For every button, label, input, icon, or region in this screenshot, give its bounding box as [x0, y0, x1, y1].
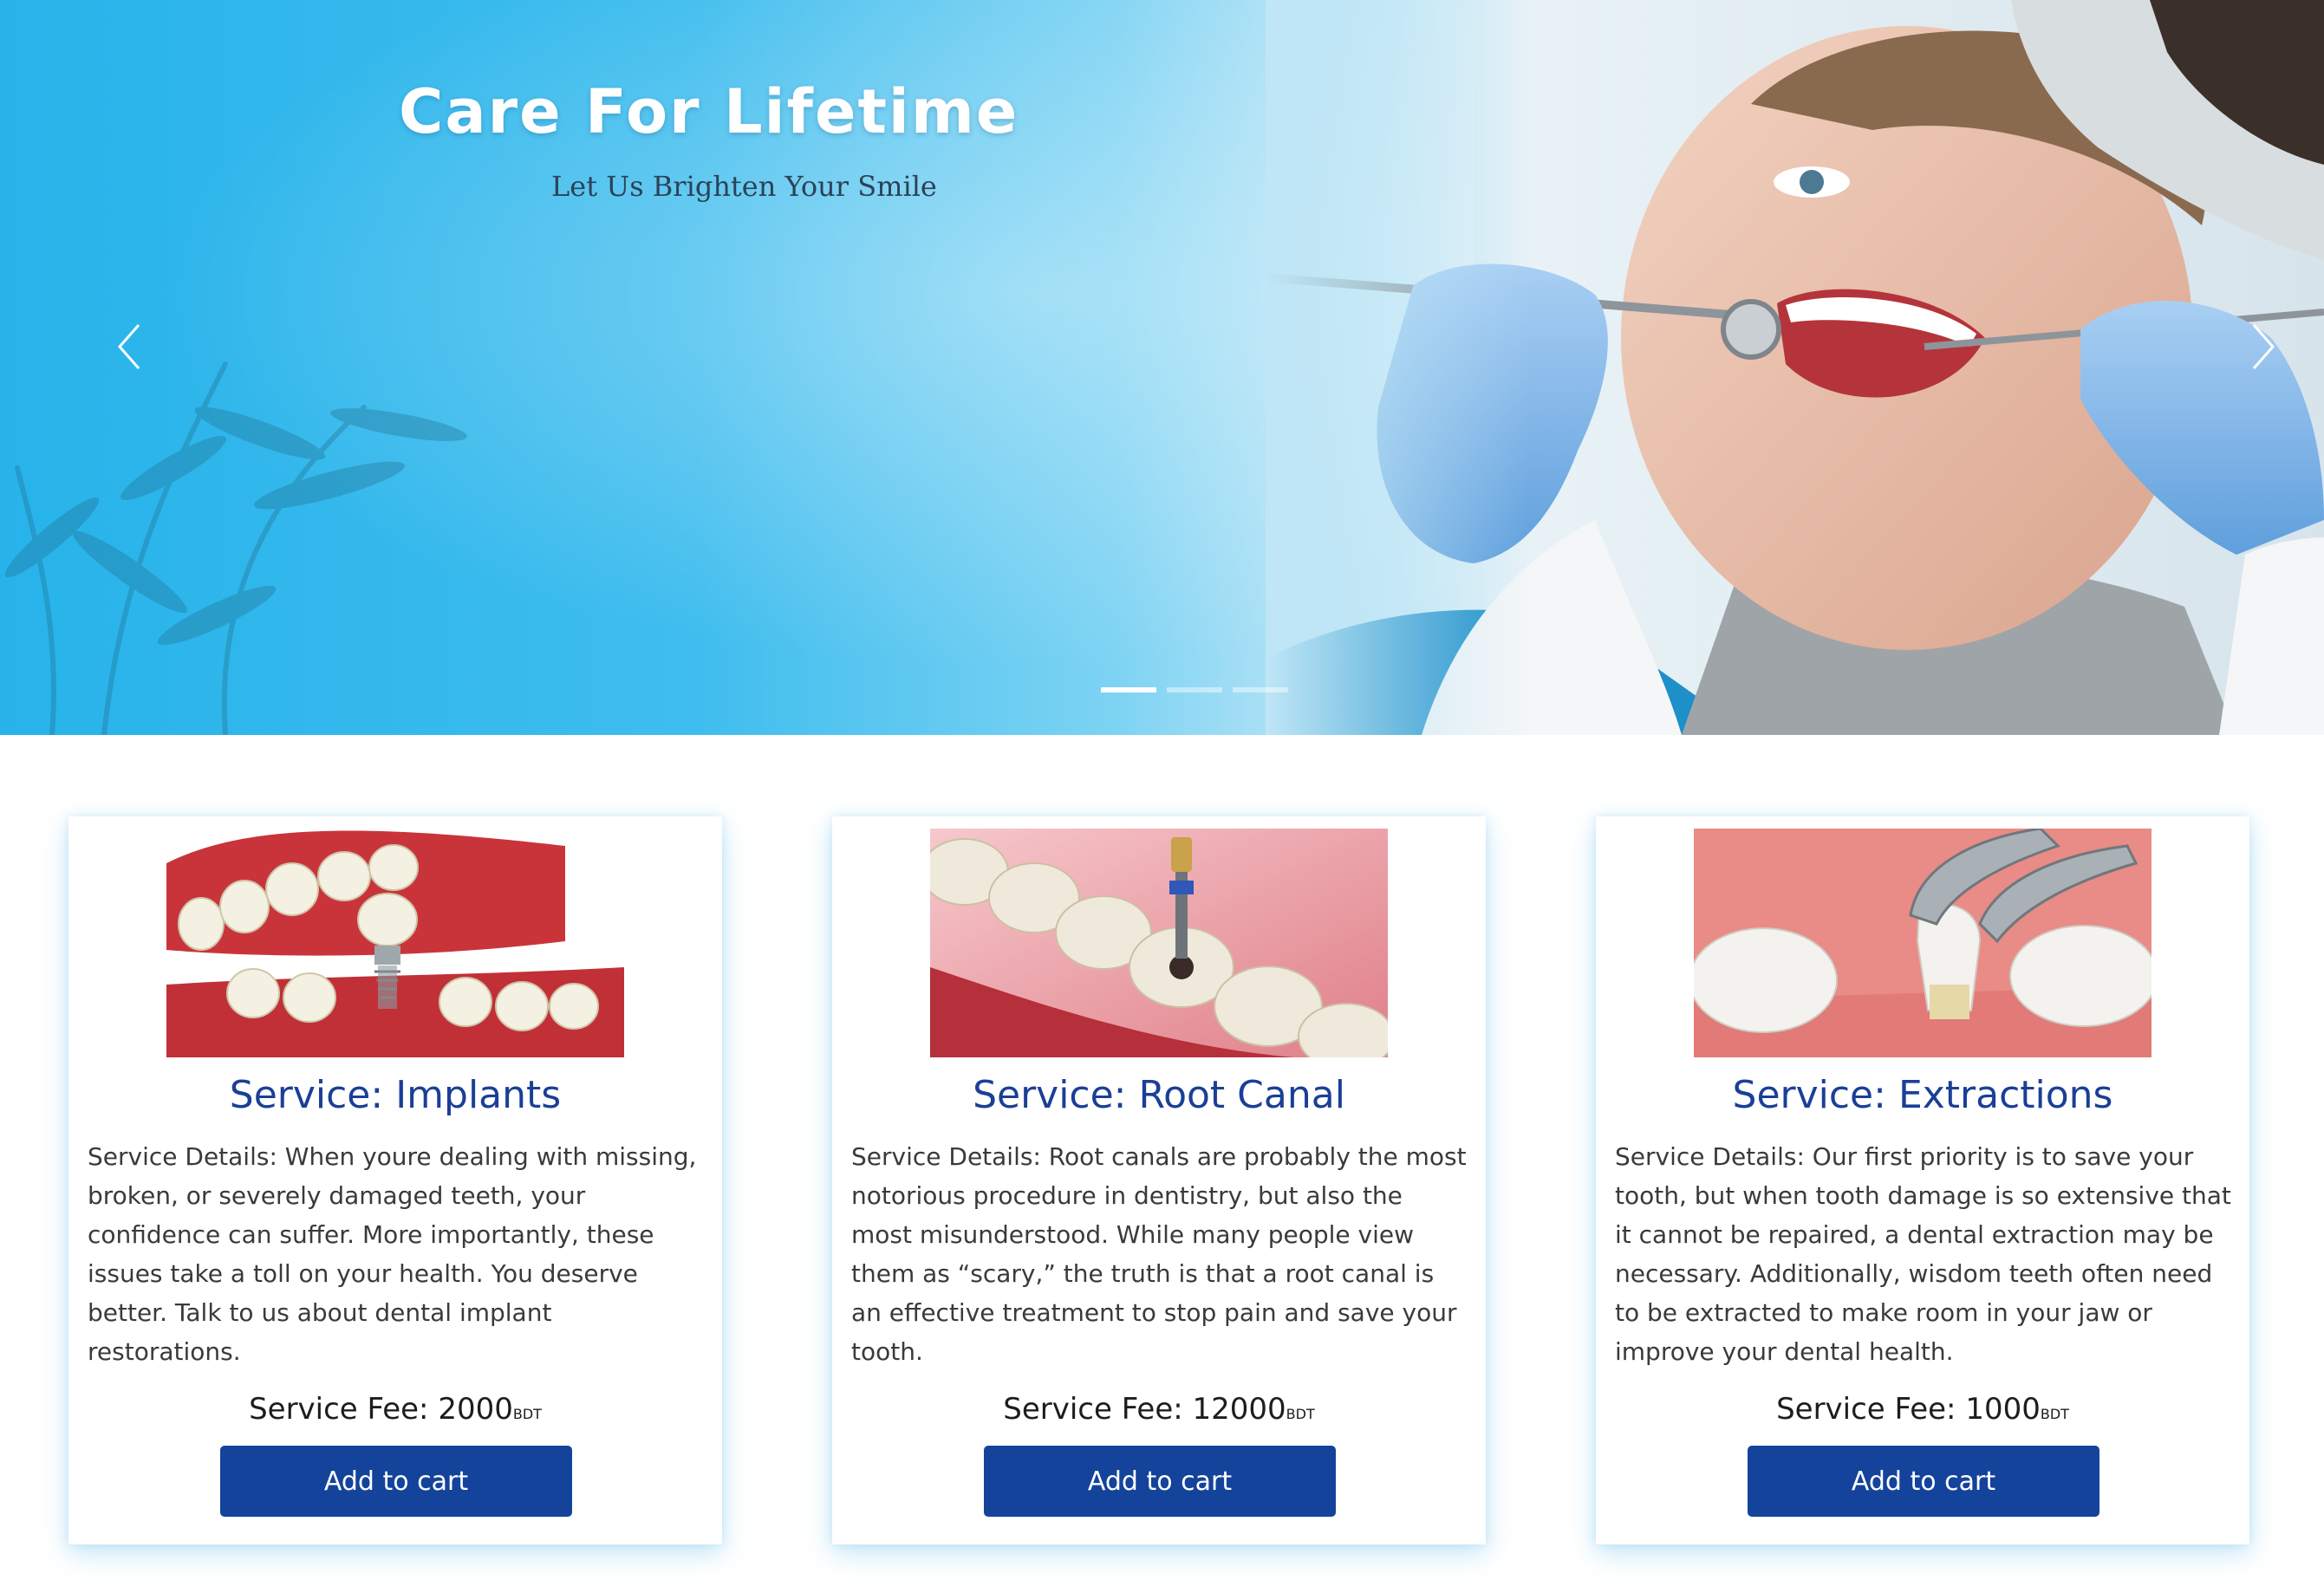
- chevron-right-icon: [2252, 324, 2275, 369]
- service-fee-label: Service Fee:: [1003, 1392, 1193, 1427]
- add-to-cart-button[interactable]: Add to cart: [984, 1446, 1336, 1517]
- root-canal-image: [930, 829, 1388, 1057]
- service-fee-unit: BDT: [2040, 1406, 2069, 1422]
- service-card-extractions: Service: Extractions Service Details: Ou…: [1596, 816, 2249, 1544]
- dentist-patient-photo: [1266, 0, 2324, 735]
- add-to-cart-button[interactable]: Add to cart: [1748, 1446, 2099, 1517]
- service-fee: Service Fee: 2000BDT: [68, 1392, 722, 1427]
- service-fee-value: 2000: [438, 1392, 513, 1427]
- carousel-prev-button[interactable]: [104, 312, 156, 381]
- hero-carousel: Care For Lifetime Let Us Brighten Your S…: [0, 0, 2324, 735]
- service-card-root-canal: Service: Root Canal Service Details: Roo…: [832, 816, 1486, 1544]
- carousel-indicators: [1101, 687, 1288, 692]
- hero-plant-image: [4, 361, 467, 735]
- service-fee-value: 1000: [1965, 1392, 2041, 1427]
- service-title: Service: Extractions: [1732, 1073, 2113, 1117]
- extractions-image: [1694, 829, 2151, 1057]
- carousel-indicator-2[interactable]: [1167, 687, 1222, 692]
- service-fee: Service Fee: 12000BDT: [832, 1392, 1486, 1427]
- service-card-implants: Service: Implants Service Details: When …: [68, 816, 722, 1544]
- services-section: Service: Implants Service Details: When …: [0, 735, 2324, 1580]
- implants-image: [166, 829, 624, 1057]
- service-fee-label: Service Fee:: [249, 1392, 439, 1427]
- carousel-indicator-3[interactable]: [1233, 687, 1288, 692]
- service-fee-unit: BDT: [512, 1406, 542, 1422]
- service-fee-label: Service Fee:: [1776, 1392, 1966, 1427]
- hero-subtitle: Let Us Brighten Your Smile: [551, 170, 937, 203]
- add-to-cart-button[interactable]: Add to cart: [220, 1446, 572, 1517]
- service-title: Service: Implants: [229, 1073, 562, 1117]
- service-title: Service: Root Canal: [973, 1073, 1345, 1117]
- hero-title: Care For Lifetime: [399, 76, 1019, 147]
- service-details: Service Details: Root canals are probabl…: [851, 1142, 1467, 1366]
- service-fee-value: 12000: [1192, 1392, 1286, 1427]
- carousel-indicator-1[interactable]: [1101, 687, 1156, 692]
- service-fee-unit: BDT: [1286, 1406, 1315, 1422]
- service-details: Service Details: Our first priority is t…: [1615, 1142, 2231, 1366]
- chevron-left-icon: [118, 324, 140, 369]
- carousel-next-button[interactable]: [2236, 312, 2288, 381]
- service-fee: Service Fee: 1000BDT: [1596, 1392, 2249, 1427]
- service-details: Service Details: When youre dealing with…: [88, 1142, 697, 1366]
